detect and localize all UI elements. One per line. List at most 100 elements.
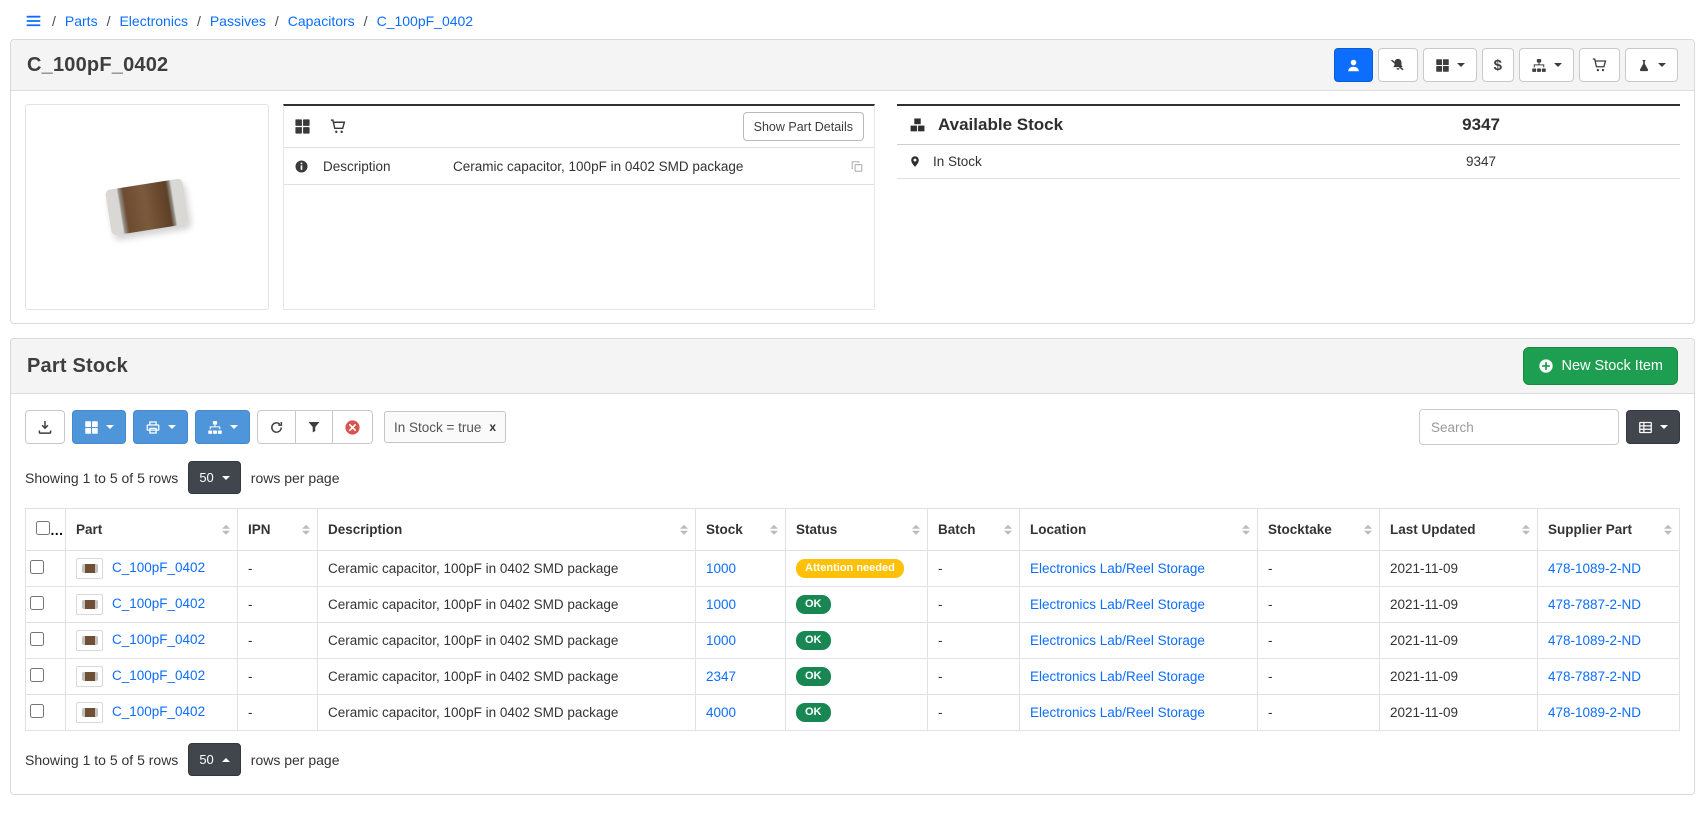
column-header-stock[interactable]: Stock bbox=[696, 509, 786, 551]
location-link[interactable]: Electronics Lab/Reel Storage bbox=[1030, 669, 1205, 684]
row-checkbox[interactable] bbox=[30, 668, 44, 682]
part-details-table: Show Part Details Description Ceramic ca… bbox=[283, 104, 875, 310]
ipn-cell: - bbox=[238, 659, 318, 695]
export-button[interactable] bbox=[25, 410, 65, 444]
last-updated-cell: 2021-11-09 bbox=[1380, 587, 1538, 623]
location-cell: Electronics Lab/Reel Storage bbox=[1020, 551, 1258, 587]
new-stock-item-button[interactable]: New Stock Item bbox=[1523, 347, 1678, 385]
breadcrumb-link[interactable]: Electronics bbox=[119, 13, 187, 29]
grid-icon[interactable] bbox=[294, 118, 311, 135]
location-cell: Electronics Lab/Reel Storage bbox=[1020, 695, 1258, 731]
stock-link[interactable]: 1000 bbox=[706, 633, 736, 648]
plus-circle-icon bbox=[1538, 358, 1554, 374]
sort-icon[interactable] bbox=[1364, 524, 1372, 535]
stock-link[interactable]: 2347 bbox=[706, 669, 736, 684]
remove-filter-icon[interactable]: x bbox=[489, 420, 496, 434]
supplier-part-link[interactable]: 478-7887-2-ND bbox=[1548, 597, 1641, 612]
clear-filters-button[interactable] bbox=[332, 410, 373, 444]
part-link[interactable]: C_100pF_0402 bbox=[112, 596, 205, 611]
copy-icon[interactable] bbox=[850, 159, 864, 174]
location-link[interactable]: Electronics Lab/Reel Storage bbox=[1030, 597, 1205, 612]
sort-icon[interactable] bbox=[680, 524, 688, 535]
part-link[interactable]: C_100pF_0402 bbox=[112, 668, 205, 683]
location-link[interactable]: Electronics Lab/Reel Storage bbox=[1030, 633, 1205, 648]
location-link[interactable]: Electronics Lab/Reel Storage bbox=[1030, 705, 1205, 720]
supplier-part-link[interactable]: 478-1089-2-ND bbox=[1548, 705, 1641, 720]
subscribe-button[interactable] bbox=[1334, 48, 1373, 82]
breadcrumb-link[interactable]: C_100pF_0402 bbox=[377, 13, 474, 29]
row-checkbox-cell bbox=[26, 659, 66, 695]
filter-button[interactable] bbox=[295, 410, 333, 444]
column-header-batch[interactable]: Batch bbox=[928, 509, 1020, 551]
notifications-off-button[interactable] bbox=[1378, 48, 1418, 82]
page-title: C_100pF_0402 bbox=[27, 54, 168, 77]
row-checkbox[interactable] bbox=[30, 560, 44, 574]
stock-table: PartIPNDescriptionStockStatusBatchLocati… bbox=[25, 508, 1680, 731]
stock-actions-button[interactable] bbox=[1519, 48, 1574, 82]
sort-icon[interactable] bbox=[1522, 524, 1530, 535]
part-header: C_100pF_0402 $ bbox=[11, 40, 1694, 91]
filter-chip[interactable]: In Stock = true x bbox=[384, 411, 506, 443]
row-checkbox-cell bbox=[26, 623, 66, 659]
sort-icon[interactable] bbox=[302, 524, 310, 535]
page-size-button[interactable]: 50 bbox=[188, 461, 240, 494]
part-thumbnail bbox=[76, 702, 103, 723]
row-checkbox[interactable] bbox=[30, 704, 44, 718]
user-icon bbox=[1346, 58, 1361, 73]
part-actions-button[interactable] bbox=[1625, 48, 1678, 82]
column-header-supplier-part[interactable]: Supplier Part bbox=[1538, 509, 1680, 551]
column-header-status[interactable]: Status bbox=[786, 509, 928, 551]
supplier-part-link[interactable]: 478-1089-2-ND bbox=[1548, 633, 1641, 648]
batch-cell: - bbox=[928, 551, 1020, 587]
status-cell: OK bbox=[786, 659, 928, 695]
table-view-button[interactable] bbox=[1626, 410, 1680, 444]
pagination-top: Showing 1 to 5 of 5 rows 50 rows per pag… bbox=[11, 451, 1694, 504]
menu-icon[interactable] bbox=[24, 13, 43, 29]
sort-icon[interactable] bbox=[1242, 524, 1250, 535]
part-image[interactable] bbox=[25, 104, 269, 310]
sort-icon[interactable] bbox=[222, 524, 230, 535]
sort-icon[interactable] bbox=[1004, 524, 1012, 535]
search-input[interactable] bbox=[1419, 409, 1619, 445]
stocktake-cell: - bbox=[1258, 695, 1380, 731]
row-checkbox[interactable] bbox=[30, 632, 44, 646]
map-marker-icon bbox=[909, 154, 921, 169]
print-actions-button[interactable] bbox=[133, 410, 188, 444]
column-header-ipn[interactable]: IPN bbox=[238, 509, 318, 551]
row-checkbox[interactable] bbox=[30, 596, 44, 610]
sort-icon[interactable] bbox=[770, 524, 778, 535]
part-link[interactable]: C_100pF_0402 bbox=[112, 632, 205, 647]
barcode-actions-button[interactable] bbox=[1423, 48, 1477, 82]
show-part-details-button[interactable]: Show Part Details bbox=[743, 112, 864, 141]
breadcrumb-link[interactable]: Parts bbox=[65, 13, 98, 29]
stock-row: C_100pF_0402-Ceramic capacitor, 100pF in… bbox=[26, 695, 1680, 731]
stock-link[interactable]: 4000 bbox=[706, 705, 736, 720]
column-header-stocktake[interactable]: Stocktake bbox=[1258, 509, 1380, 551]
part-link[interactable]: C_100pF_0402 bbox=[112, 560, 205, 575]
page-size-button[interactable]: 50 bbox=[188, 743, 240, 776]
supplier-part-link[interactable]: 478-7887-2-ND bbox=[1548, 669, 1641, 684]
stock-link[interactable]: 1000 bbox=[706, 597, 736, 612]
stock-cell: 2347 bbox=[696, 659, 786, 695]
location-link[interactable]: Electronics Lab/Reel Storage bbox=[1030, 561, 1205, 576]
stock-row: C_100pF_0402-Ceramic capacitor, 100pF in… bbox=[26, 659, 1680, 695]
supplier-part-link[interactable]: 478-1089-2-ND bbox=[1548, 561, 1641, 576]
sort-icon[interactable] bbox=[912, 524, 920, 535]
stock-link[interactable]: 1000 bbox=[706, 561, 736, 576]
part-link[interactable]: C_100pF_0402 bbox=[112, 704, 205, 719]
refresh-button[interactable] bbox=[257, 410, 296, 444]
part-toolbar: $ bbox=[1334, 48, 1678, 82]
order-actions-button[interactable] bbox=[1579, 48, 1620, 82]
columns-button[interactable] bbox=[72, 410, 126, 444]
column-header-location[interactable]: Location bbox=[1020, 509, 1258, 551]
column-header-description[interactable]: Description bbox=[318, 509, 696, 551]
column-header-part[interactable]: Part bbox=[66, 509, 238, 551]
sort-icon[interactable] bbox=[1664, 524, 1672, 535]
column-header-last-updated[interactable]: Last Updated bbox=[1380, 509, 1538, 551]
cart-icon[interactable] bbox=[329, 118, 347, 135]
breadcrumb-link[interactable]: Capacitors bbox=[288, 13, 355, 29]
breadcrumb-link[interactable]: Passives bbox=[210, 13, 266, 29]
stock-options-button[interactable] bbox=[195, 410, 250, 444]
pricing-button[interactable]: $ bbox=[1482, 48, 1514, 82]
select-all-checkbox[interactable] bbox=[36, 521, 50, 535]
